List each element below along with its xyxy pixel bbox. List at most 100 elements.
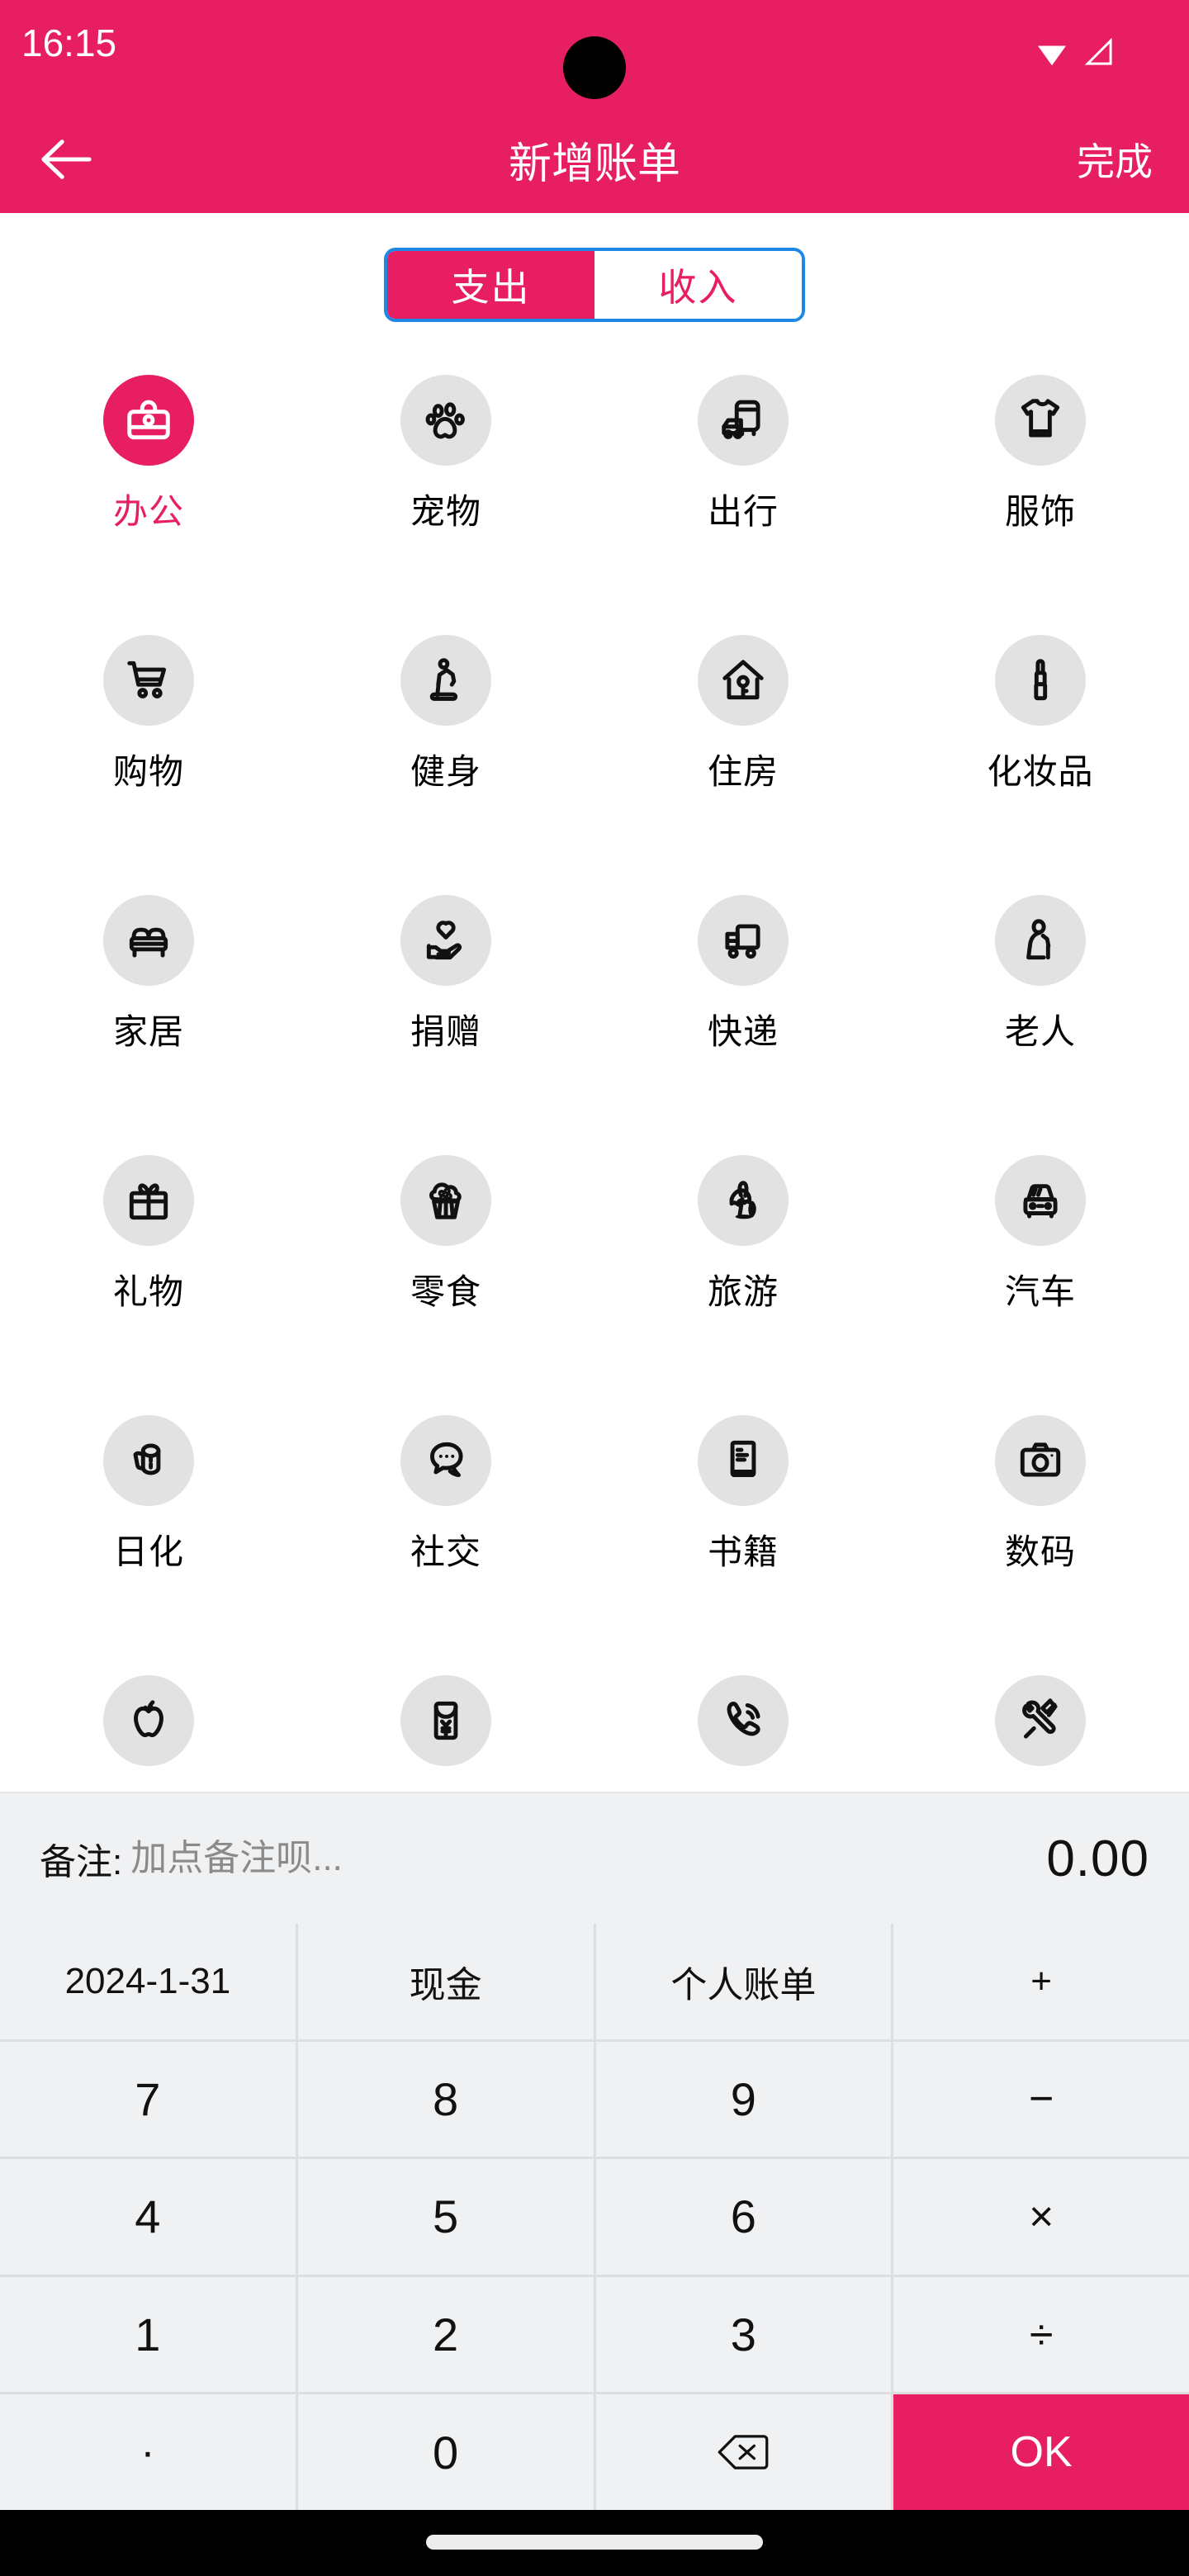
category-icon-circle (103, 1675, 194, 1766)
category-label: 宠物 (410, 492, 481, 531)
category-icon-circle (400, 1415, 491, 1506)
red-envelope-icon (433, 1701, 458, 1740)
category-item-数码[interactable]: 数码 (892, 1404, 1189, 1664)
category-icon-circle (698, 1155, 789, 1246)
category-item-汽车[interactable]: 汽车 (892, 1144, 1189, 1404)
category-label: 住房 (707, 752, 779, 791)
category-icon-circle (698, 375, 789, 466)
category-item-书籍[interactable]: 书籍 (594, 1404, 892, 1664)
operator-key-×[interactable]: × (893, 2159, 1189, 2275)
category-item-red-envelope[interactable] (297, 1664, 594, 1792)
digit-key-1[interactable]: 1 (0, 2276, 296, 2393)
category-item-apple[interactable] (0, 1664, 297, 1792)
category-icon-circle (103, 1155, 194, 1246)
category-icon-circle (995, 635, 1086, 726)
digit-key-9[interactable]: 9 (595, 2041, 892, 2157)
gesture-pill[interactable] (426, 2535, 763, 2550)
category-icon-circle (698, 895, 789, 986)
cupcake-icon (429, 1182, 462, 1219)
category-item-社交[interactable]: 社交 (297, 1404, 594, 1664)
operator-key-÷[interactable]: ÷ (893, 2276, 1189, 2393)
done-button[interactable]: 完成 (1077, 106, 1153, 213)
amount-display: 0.00 (1046, 1830, 1149, 1887)
category-item-老人[interactable]: 老人 (892, 883, 1189, 1144)
operator-key-·[interactable]: · (0, 2394, 296, 2510)
category-icon-circle (698, 1415, 789, 1506)
category-item-化妆品[interactable]: 化妆品 (892, 623, 1189, 883)
digit-key-5[interactable]: 5 (297, 2159, 594, 2275)
status-icon-group (1034, 38, 1116, 68)
elderly-icon (1026, 919, 1051, 960)
operator-key-−[interactable]: − (893, 2041, 1189, 2157)
category-item-出行[interactable]: 出行 (594, 363, 892, 623)
category-label: 社交 (410, 1532, 481, 1571)
category-grid-scroll[interactable]: 办公 宠物 出行 服饰购物 健身 住房 化妆品家居 捐赠 快递 老人礼物 零食 旅游 汽车日化 社交 书籍 数… (0, 363, 1189, 1792)
status-time: 16:15 (21, 21, 117, 64)
category-icon-circle (103, 895, 194, 986)
bus-car-icon (722, 400, 760, 439)
digit-key-7[interactable]: 7 (0, 2041, 296, 2157)
signal-icon (1084, 38, 1112, 65)
category-item-购物[interactable]: 购物 (0, 623, 297, 883)
category-item-健身[interactable]: 健身 (297, 623, 594, 883)
category-icon-circle (400, 895, 491, 986)
type-toggle-wrapper: 支出 收入 (0, 248, 1189, 322)
note-amount-bar: 备注: 0.00 (0, 1792, 1189, 1924)
category-item-礼物[interactable]: 礼物 (0, 1144, 297, 1404)
ok-button[interactable]: OK (893, 2394, 1189, 2510)
category-icon-circle (995, 1155, 1086, 1246)
account-key[interactable]: 现金 (297, 1924, 594, 2039)
category-label: 旅游 (707, 1272, 779, 1311)
category-item-tools[interactable] (892, 1664, 1189, 1792)
category-icon-circle (995, 895, 1086, 986)
add-key[interactable]: + (893, 1924, 1189, 2039)
app-header: 16:15 新增账单 完成 (0, 0, 1189, 213)
category-icon-circle (103, 635, 194, 726)
category-item-家居[interactable]: 家居 (0, 883, 297, 1144)
category-label: 零食 (410, 1272, 481, 1311)
digit-key-2[interactable]: 2 (297, 2276, 594, 2393)
category-icon-circle (400, 1675, 491, 1766)
category-icon-circle (698, 635, 789, 726)
date-key[interactable]: 2024-1-31 (0, 1924, 296, 2039)
lipstick-icon (1034, 659, 1048, 701)
category-item-住房[interactable]: 住房 (594, 623, 892, 883)
category-icon-circle (103, 375, 194, 466)
backspace-button[interactable] (595, 2394, 892, 2510)
category-item-捐赠[interactable]: 捐赠 (297, 883, 594, 1144)
digit-key-8[interactable]: 8 (297, 2041, 594, 2157)
category-item-快递[interactable]: 快递 (594, 883, 892, 1144)
camera-notch (563, 36, 626, 99)
sofa-icon (129, 927, 168, 958)
category-item-服饰[interactable]: 服饰 (892, 363, 1189, 623)
tab-expense[interactable]: 支出 (387, 251, 594, 319)
note-label: 备注: (40, 1842, 123, 1882)
category-icon-circle (995, 1415, 1086, 1506)
wifi-icon (1038, 45, 1066, 66)
heart-hand-icon (426, 921, 462, 960)
briefcase-icon (127, 400, 170, 440)
page-title: 新增账单 (508, 140, 680, 188)
category-item-办公[interactable]: 办公 (0, 363, 297, 623)
note-input[interactable] (130, 1838, 1047, 1879)
category-item-phone[interactable] (594, 1664, 892, 1792)
category-label: 健身 (410, 752, 481, 791)
category-item-旅游[interactable]: 旅游 (594, 1144, 892, 1404)
system-nav-bar (0, 2510, 1189, 2576)
category-item-日化[interactable]: 日化 (0, 1404, 297, 1664)
gift-icon (129, 1183, 168, 1220)
category-icon-circle (995, 1675, 1086, 1766)
digit-key-3[interactable]: 3 (595, 2276, 892, 2393)
category-label: 快递 (707, 1012, 779, 1051)
chat-bubble-icon (430, 1442, 463, 1478)
category-item-宠物[interactable]: 宠物 (297, 363, 594, 623)
beach-umbrella-icon (729, 1181, 756, 1219)
digit-key-4[interactable]: 4 (0, 2159, 296, 2275)
digit-key-0[interactable]: 0 (297, 2394, 594, 2510)
tab-income[interactable]: 收入 (594, 251, 802, 319)
category-item-零食[interactable]: 零食 (297, 1144, 594, 1404)
phone-icon (727, 1702, 760, 1736)
digit-key-6[interactable]: 6 (595, 2159, 892, 2275)
ledger-key[interactable]: 个人账单 (595, 1924, 892, 2039)
toilet-paper-icon (133, 1443, 161, 1475)
